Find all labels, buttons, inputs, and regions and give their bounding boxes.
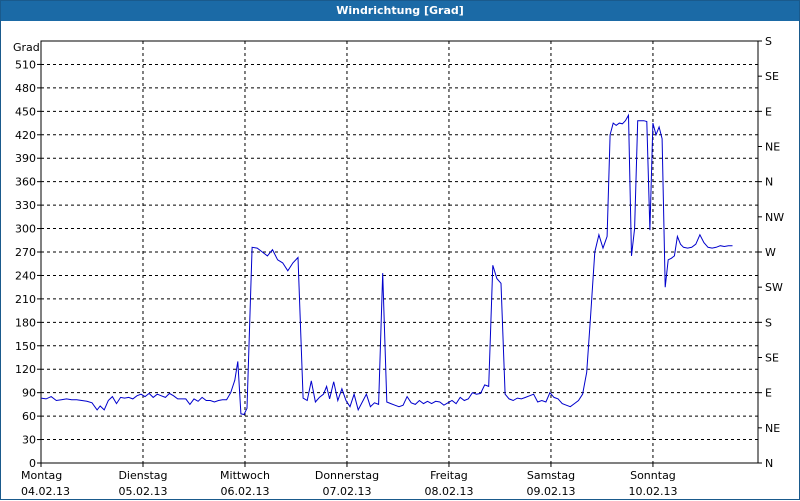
plot-area (40, 40, 759, 464)
y-tick-label: 390 (15, 152, 36, 165)
right-axis: N NE E SE S SW W NW N NE E SE S (758, 35, 784, 470)
y-tick-label: 480 (15, 82, 36, 95)
x-tick-day: Dienstag (118, 469, 167, 482)
x-tick-date: 07.02.13 (322, 485, 371, 498)
right-tick-label: SE (765, 70, 779, 83)
x-tick-date: 10.02.13 (628, 485, 677, 498)
right-tick-label: NW (765, 211, 784, 224)
x-tick-date: 09.02.13 (526, 485, 575, 498)
right-tick-label: N (765, 176, 773, 189)
x-tick-date: 04.02.13 (21, 485, 70, 498)
y-tick-label: 270 (15, 246, 36, 259)
chart-window: Windrichtung [Grad] 0 30 60 90 120 150 180 210 2… (0, 0, 800, 500)
left-axis: 0306090120150180210240270300330360390420… (15, 58, 41, 470)
y-tick-label: 210 (15, 293, 36, 306)
right-tick-label: SE (765, 352, 779, 365)
right-tick-label: W (765, 246, 776, 259)
y-tick-label: 450 (15, 105, 36, 118)
y-tick-label: 330 (15, 199, 36, 212)
x-axis: Montag 04.02.13 Dienstag 05.02.13 Mittwoch 06… (21, 463, 677, 498)
grid-lines (41, 41, 758, 463)
y-tick-label: 300 (15, 223, 36, 236)
y-tick-label: 60 (22, 410, 36, 423)
y-axis-label: Grad (13, 41, 40, 54)
y-tick-label: 30 (22, 434, 36, 447)
y-tick-label: 90 (22, 387, 36, 400)
x-tick-date: 06.02.13 (220, 485, 269, 498)
x-tick-day: Mittwoch (220, 469, 270, 482)
x-tick-date: 08.02.13 (424, 485, 473, 498)
right-tick-label: S (765, 316, 772, 329)
y-tick-label: 360 (15, 176, 36, 189)
right-tick-label: S (765, 35, 772, 48)
x-tick-day: Sonntag (630, 469, 676, 482)
right-tick-label: NE (765, 422, 780, 435)
right-tick-label: E (765, 105, 772, 118)
y-tick-label: 510 (15, 58, 36, 71)
x-tick-date: 05.02.13 (118, 485, 167, 498)
right-tick-label: NE (765, 141, 780, 154)
right-tick-label: SW (765, 281, 783, 294)
y-tick-label: 180 (15, 316, 36, 329)
x-tick-day: Freitag (430, 469, 468, 482)
y-tick-label: 420 (15, 129, 36, 142)
right-tick-label: N (765, 457, 773, 470)
y-tick-label: 240 (15, 269, 36, 282)
wind-direction-chart: 0306090120150180210240270300330360390420… (13, 35, 784, 498)
y-tick-label: 150 (15, 340, 36, 353)
x-tick-day: Samstag (527, 469, 575, 482)
right-tick-label: E (765, 387, 772, 400)
x-tick-day: Donnerstag (315, 469, 379, 482)
y-tick-label: 120 (15, 363, 36, 376)
x-tick-day: Montag (21, 469, 62, 482)
